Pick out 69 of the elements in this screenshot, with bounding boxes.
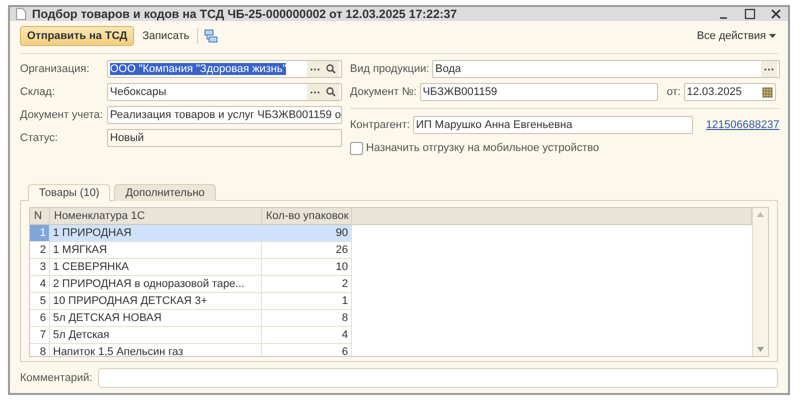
- row-number: 3: [30, 259, 50, 276]
- field-label: Склад:: [20, 86, 56, 98]
- comment-field[interactable]: [98, 368, 778, 388]
- search-button[interactable]: [323, 84, 339, 100]
- maximize-icon[interactable]: [744, 8, 756, 20]
- row-number: 1: [30, 225, 50, 242]
- document-icon: [16, 8, 26, 20]
- choose-button[interactable]: [307, 84, 323, 100]
- table-cell: 2 ПРИРОДНАЯ в одноразовой таре...: [50, 276, 262, 293]
- caret-icon: [769, 34, 776, 38]
- field-label: Вид продукции:: [350, 63, 430, 75]
- field-label: от:: [666, 86, 681, 98]
- field-label: Комментарий:: [20, 372, 92, 384]
- more-icon: [310, 68, 320, 70]
- column-header[interactable]: N: [30, 208, 50, 225]
- table-cell: 5л Детская: [50, 327, 262, 344]
- table-cell: 1 МЯГКАЯ: [50, 242, 262, 259]
- field-label: Документ №:: [350, 86, 417, 98]
- input-field[interactable]: Чебоксары: [107, 83, 342, 101]
- table-cell: 10 ПРИРОДНАЯ ДЕТСКАЯ 3+: [50, 293, 262, 310]
- more-icon: [310, 90, 320, 94]
- input-field[interactable]: Новый: [107, 129, 342, 147]
- row-number: 6: [30, 310, 50, 327]
- tab[interactable]: Товары (10): [28, 184, 110, 201]
- row-number: 5: [30, 293, 50, 310]
- table-cell: 10: [262, 259, 352, 276]
- scrollbar[interactable]: [752, 208, 768, 356]
- scroll-down-icon[interactable]: [757, 347, 764, 352]
- input-field[interactable]: ИП Марушко Анна Евгеньевна: [412, 116, 693, 134]
- input-field[interactable]: Вода: [432, 60, 780, 78]
- checkbox-label: Назначить отгрузку на мобильное устройство: [366, 142, 600, 154]
- date-field[interactable]: 12.03.2025: [684, 83, 776, 101]
- checkbox[interactable]: [350, 142, 363, 154]
- table-cell: 26: [262, 242, 352, 259]
- row-number: 2: [30, 242, 50, 259]
- field-label: Документ учета:: [20, 109, 104, 121]
- column-header[interactable]: Кол-во упаковок: [262, 208, 352, 225]
- table-cell: 4: [262, 327, 352, 344]
- calendar-icon[interactable]: [762, 86, 773, 98]
- more-icon: [764, 68, 774, 70]
- save-button[interactable]: Записать: [140, 30, 192, 42]
- tab[interactable]: Дополнительно: [114, 184, 216, 201]
- field-label: Контрагент:: [350, 119, 410, 131]
- send-button[interactable]: Отправить на ТСД: [20, 26, 134, 46]
- close-icon[interactable]: [770, 8, 782, 20]
- inn-link[interactable]: 121506688237: [706, 119, 780, 131]
- input-field[interactable]: ЧБЗЖВ001159: [420, 83, 658, 101]
- row-number: 4: [30, 276, 50, 293]
- column-header[interactable]: Номенклатура 1С: [50, 208, 262, 225]
- table-cell: 8: [262, 310, 352, 327]
- input-field[interactable]: ООО "Компания "Здоровая жизнь": [107, 60, 342, 78]
- table-cell: 1 ПРИРОДНАЯ: [50, 225, 262, 242]
- choose-button[interactable]: [307, 61, 323, 77]
- structure-icon[interactable]: [204, 29, 218, 43]
- input-field[interactable]: Реализация товаров и услуг ЧБЗЖВ001159 о: [107, 106, 342, 124]
- table-cell: 2: [262, 276, 352, 293]
- table-cell: 1: [262, 293, 352, 310]
- table-cell: 90: [262, 225, 352, 242]
- search-button[interactable]: [323, 61, 339, 77]
- field-label: Организация:: [20, 63, 90, 75]
- choose-button[interactable]: [761, 61, 778, 77]
- row-number: 7: [30, 327, 50, 344]
- field-label: Статус:: [20, 132, 59, 144]
- search-icon: [326, 64, 336, 74]
- all-actions-menu[interactable]: Все действия: [694, 30, 778, 42]
- search-icon: [326, 87, 336, 97]
- window-title: Подбор товаров и кодов на ТСД ЧБ-25-000000002 от 12.03.2025 17:22:37: [32, 7, 458, 21]
- table-cell: 1 СЕВЕРЯНКА: [50, 259, 262, 276]
- table-cell: 5л ДЕТСКАЯ НОВАЯ: [50, 310, 262, 327]
